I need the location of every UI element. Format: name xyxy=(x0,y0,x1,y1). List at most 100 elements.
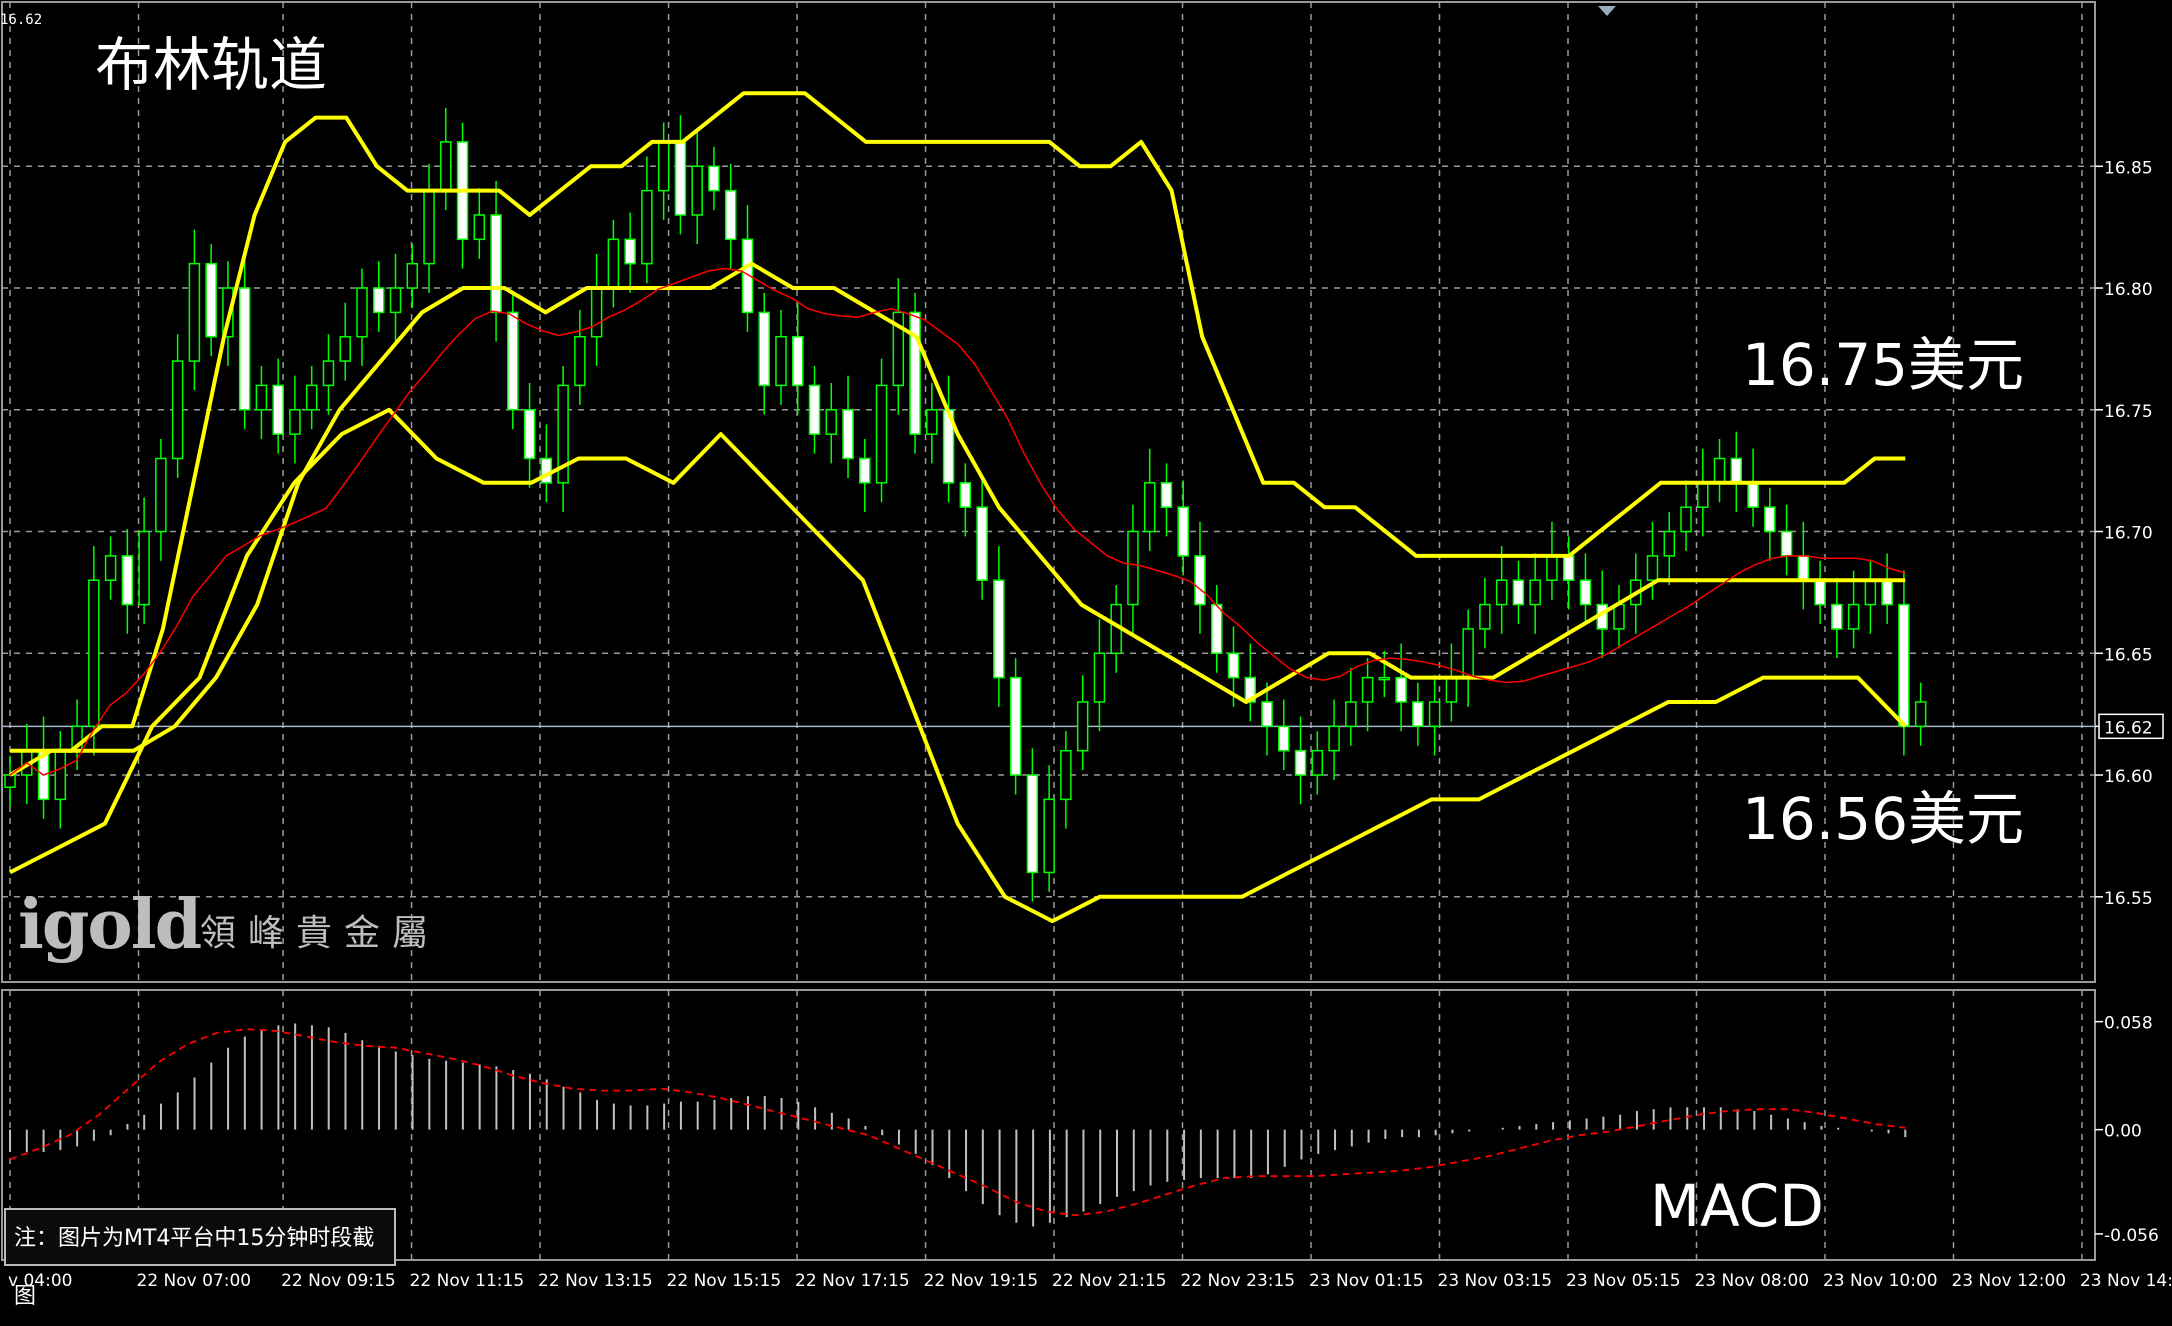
candle-body xyxy=(88,579,100,728)
candle-body xyxy=(1780,530,1793,557)
x-tick-label: 22 Nov 07:00 xyxy=(137,1271,252,1291)
candle-body xyxy=(1177,506,1189,557)
logo-chinese-text: 領峰貴金屬 xyxy=(200,913,441,954)
x-tick-label: 22 Nov 23:15 xyxy=(1181,1271,1296,1291)
candle-body xyxy=(406,262,419,289)
candle-body xyxy=(574,335,586,387)
candle-body xyxy=(590,287,603,338)
candle-body xyxy=(305,384,318,411)
candle-body xyxy=(440,141,452,192)
candle-body xyxy=(1546,555,1558,581)
y-tick-label: 16.55 xyxy=(2104,889,2153,909)
candle-body xyxy=(54,749,67,801)
candle-body xyxy=(540,457,553,484)
upper-band-note: 16.75美元 xyxy=(1742,331,2025,399)
candle-body xyxy=(959,482,972,508)
candle-body xyxy=(808,384,821,435)
candle-body xyxy=(1697,482,1709,508)
candle-body xyxy=(1579,579,1592,606)
lower-band-note: 16.56美元 xyxy=(1742,785,2025,853)
candle-body xyxy=(875,384,888,484)
candle-body xyxy=(104,555,117,581)
candle-body xyxy=(1898,603,1910,728)
x-tick-label: 23 Nov 14:00 xyxy=(2080,1271,2172,1291)
candle-body xyxy=(1294,749,1307,776)
candle-body xyxy=(171,360,184,460)
candle-body xyxy=(1210,603,1223,655)
candle-body xyxy=(339,335,351,362)
candle-body xyxy=(775,335,787,387)
candle-body xyxy=(1345,701,1357,728)
chart-title: 布林轨道 xyxy=(95,31,328,99)
candle-body xyxy=(1261,701,1273,728)
candle-body xyxy=(1227,652,1240,679)
candle-body xyxy=(1847,603,1860,630)
candle-body xyxy=(1143,482,1156,533)
candle-body xyxy=(1881,579,1893,606)
candle-body xyxy=(1445,676,1458,703)
y-tick-label: 16.70 xyxy=(2104,524,2153,544)
macd-y-tick-label: 0.058 xyxy=(2104,1014,2153,1034)
candle-body xyxy=(322,360,335,387)
candle-body xyxy=(1646,555,1659,581)
y-tick-label: 16.80 xyxy=(2104,280,2153,300)
candle-body xyxy=(1512,579,1525,606)
candle-body xyxy=(1160,482,1173,508)
candle-body xyxy=(657,141,670,192)
candle-body xyxy=(976,506,988,581)
candle-body xyxy=(1395,676,1407,703)
x-tick-label: 23 Nov 10:00 xyxy=(1823,1271,1938,1291)
candle-body xyxy=(1076,701,1089,752)
candle-body xyxy=(1864,579,1877,606)
candle-body xyxy=(624,238,636,265)
candle-body xyxy=(372,287,385,314)
x-tick-label: 22 Nov 09:15 xyxy=(281,1271,396,1291)
candle-body xyxy=(1278,725,1290,752)
candle-body xyxy=(842,409,854,460)
candle-body xyxy=(1747,482,1759,508)
x-tick-label: 23 Nov 01:15 xyxy=(1309,1271,1424,1291)
x-tick-label: 22 Nov 17:15 xyxy=(795,1271,910,1291)
candle-body xyxy=(1914,701,1927,728)
candle-body xyxy=(758,311,770,387)
candle-body xyxy=(1043,798,1055,874)
candle-body xyxy=(1311,749,1324,776)
candle-body xyxy=(1613,603,1625,630)
x-tick-label: 23 Nov 05:15 xyxy=(1566,1271,1681,1291)
candle-body xyxy=(909,311,921,435)
chart-canvas: 16.85 16.80 16.75 16.70 16.65 16.62 16.60 16.55… xyxy=(0,0,2172,1304)
candle-body xyxy=(1495,579,1508,606)
candle-body xyxy=(188,262,201,362)
candle-body xyxy=(1060,749,1072,801)
y-tick-label: 16.75 xyxy=(2104,402,2153,422)
x-tick-label: 22 Nov 11:15 xyxy=(410,1271,525,1291)
candle-body xyxy=(1093,652,1106,703)
macd-y-tick-label: 0.00 xyxy=(2104,1122,2142,1142)
candle-body xyxy=(674,141,687,216)
candle-body xyxy=(155,457,167,533)
candle-body xyxy=(1127,530,1139,606)
candle-body xyxy=(507,311,519,411)
candle-body xyxy=(1680,506,1692,533)
candle-body xyxy=(1814,579,1826,606)
x-tick-label: 22 Nov 19:15 xyxy=(924,1271,1039,1291)
y-tick-label: 16.85 xyxy=(2104,158,2153,178)
macd-y-tick-label: -0.056 xyxy=(2104,1226,2159,1246)
candle-body xyxy=(691,165,703,216)
x-tick-label: 22 Nov 13:15 xyxy=(538,1271,653,1291)
x-tick-label: 22 Nov 15:15 xyxy=(667,1271,782,1291)
candle-body xyxy=(859,457,871,484)
candle-body xyxy=(607,238,620,289)
candle-body xyxy=(1479,603,1491,630)
candle-body xyxy=(121,555,134,606)
candle-body xyxy=(1428,701,1441,728)
candle-body xyxy=(356,287,368,338)
candle-body xyxy=(272,384,284,435)
candle-body xyxy=(926,409,938,435)
footnote-box: 注：图片为MT4平台中15分钟时段截图 xyxy=(4,1208,396,1309)
candle-body xyxy=(1663,530,1676,557)
x-tick-label: 23 Nov 12:00 xyxy=(1951,1271,2066,1291)
x-tick-label: 23 Nov 08:00 xyxy=(1694,1271,1809,1291)
candle-body xyxy=(255,384,268,411)
x-tick-label: 23 Nov 03:15 xyxy=(1438,1271,1553,1291)
